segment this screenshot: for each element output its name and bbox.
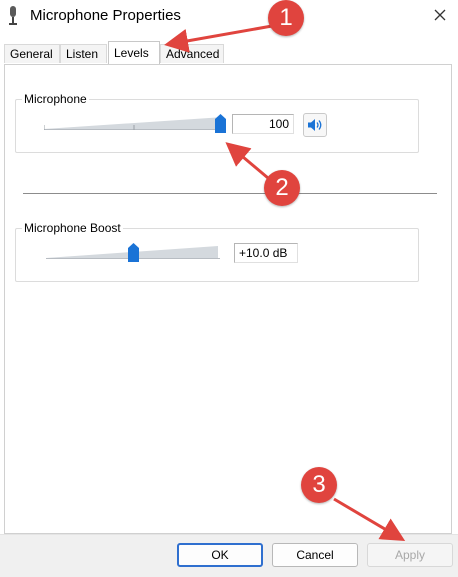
- tab-levels[interactable]: Levels: [108, 41, 160, 64]
- microphone-boost-value[interactable]: +10.0 dB: [234, 243, 298, 263]
- microphone-boost-group-label: Microphone Boost: [22, 221, 123, 235]
- microphone-icon: [9, 6, 17, 25]
- microphone-boost-thumb[interactable]: [127, 243, 139, 262]
- tab-general[interactable]: General: [4, 44, 60, 63]
- microphone-group: Microphone 100: [15, 92, 419, 153]
- cancel-button[interactable]: Cancel: [272, 543, 358, 567]
- annotation-marker-3: 3: [301, 467, 337, 503]
- ok-button[interactable]: OK: [177, 543, 263, 567]
- tab-listen[interactable]: Listen: [60, 44, 107, 63]
- microphone-volume-value[interactable]: 100: [232, 114, 294, 134]
- title-bar: Microphone Properties: [0, 0, 458, 32]
- dialog-footer: OK Cancel Apply: [0, 534, 458, 577]
- section-divider: [23, 193, 437, 194]
- microphone-volume-thumb[interactable]: [215, 114, 226, 133]
- annotation-marker-2: 2: [264, 170, 300, 206]
- speaker-icon: [308, 119, 322, 131]
- dialog-window: Microphone Properties General Listen Lev…: [0, 0, 458, 577]
- close-icon: [434, 9, 446, 21]
- mute-button[interactable]: [303, 113, 327, 137]
- window-title: Microphone Properties: [30, 7, 181, 24]
- close-button[interactable]: [422, 0, 458, 30]
- annotation-marker-1: 1: [268, 0, 304, 36]
- levels-panel: Microphone 100 Microphone Boost +10.0 dB: [4, 64, 452, 534]
- microphone-group-label: Microphone: [22, 92, 89, 106]
- apply-button[interactable]: Apply: [367, 543, 453, 567]
- microphone-boost-group: Microphone Boost +10.0 dB: [15, 221, 419, 282]
- microphone-volume-track[interactable]: [44, 116, 226, 130]
- tab-advanced[interactable]: Advanced: [160, 44, 224, 63]
